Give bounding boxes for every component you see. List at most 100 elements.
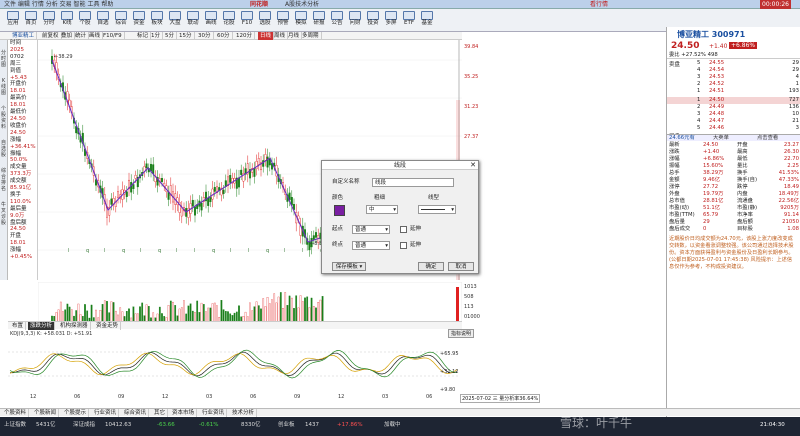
wave-marker: q [122, 248, 125, 254]
start-label: 起点 [332, 226, 344, 232]
indicator-tab-2[interactable]: 机构探测器 [58, 322, 91, 330]
toolbar-label: 板块 [151, 20, 163, 26]
candle-body [110, 198, 113, 205]
toolbar-button-16[interactable]: 模拟 [292, 11, 310, 30]
bottom-tab-0[interactable]: 个股资料 [2, 409, 30, 417]
indicator-tab-1[interactable]: 涨跌分析 [28, 322, 56, 330]
start-select[interactable]: 普通 ▾ [352, 225, 390, 234]
side-tab-5[interactable]: 牛叉诊股 [0, 202, 7, 226]
volume-chart[interactable] [38, 282, 462, 322]
menu-bar[interactable]: 文件 编辑 行情 分析 交易 智能 工具 帮助 [4, 0, 113, 9]
period-6[interactable]: 1分 [149, 32, 163, 40]
width-select[interactable]: 中 ▾ [366, 205, 398, 214]
toolbar-icon [79, 11, 91, 20]
color-swatch[interactable] [334, 205, 345, 216]
toolbar-button-20[interactable]: 投资 [364, 11, 382, 30]
end-label: 终点 [332, 242, 344, 248]
toolbar-button-9[interactable]: 大盘 [166, 11, 184, 30]
candle-body [315, 232, 318, 238]
period-10[interactable]: 60分 [215, 32, 233, 40]
toolbar-button-12[interactable]: 论股 [220, 11, 238, 30]
side-tab-2[interactable]: 个股资料 [0, 106, 7, 130]
end-select[interactable]: 普通 ▾ [352, 241, 390, 250]
toolbar-button-18[interactable]: 公告 [328, 11, 346, 30]
period-4[interactable]: F10/F9 [101, 32, 125, 40]
toolbar-button-8[interactable]: 板块 [148, 11, 166, 30]
hot-badge[interactable]: 看行情 [590, 0, 608, 9]
toolbar-button-11[interactable]: 画线 [202, 11, 220, 30]
ok-button[interactable]: 确定 [418, 262, 444, 271]
quote-tab-1[interactable]: 大卖单 [713, 135, 729, 142]
stock-pct: +6.86% [729, 42, 758, 49]
info-line: 9.0万 [10, 212, 25, 219]
bottom-tab-6[interactable]: 资本市场 [170, 409, 198, 417]
bottom-tab-3[interactable]: 行业资讯 [92, 409, 120, 417]
bottom-tab-5[interactable]: 其它 [152, 409, 169, 417]
stat-row: 金额 9.46亿 换手(自) 47.33% [669, 177, 799, 183]
side-tab-1[interactable]: K线图 [0, 78, 7, 96]
indicator-tab-3[interactable]: 资金走势 [94, 322, 122, 330]
toolbar-button-22[interactable]: ETF [400, 11, 418, 30]
volume-bar [238, 305, 240, 322]
quote-tab-2[interactable]: 点击查看 [757, 135, 778, 142]
bottom-tab-8[interactable]: 技术分析 [230, 409, 258, 417]
candle-body [207, 197, 210, 206]
toolbar-button-6[interactable]: 综合 [112, 11, 130, 30]
toolbar-button-1[interactable]: 首页 [22, 11, 40, 30]
toolbar-button-13[interactable]: F10 [238, 11, 256, 30]
width-label: 粗细 [374, 195, 386, 201]
name-input[interactable]: 线段 [372, 178, 454, 187]
toolbar-icon [421, 11, 433, 20]
period-11[interactable]: 120分 [234, 32, 255, 40]
end-extend-checkbox[interactable] [400, 242, 407, 249]
quote-tab-0[interactable]: 24.66元有 [669, 135, 695, 142]
toolbar-button-7[interactable]: 资金 [130, 11, 148, 30]
candle-body [240, 169, 243, 175]
period-8[interactable]: 15分 [177, 32, 195, 40]
toolbar-button-17[interactable]: 研报 [310, 11, 328, 30]
stat-row: 总手 38.29万 换手 41.53% [669, 170, 799, 176]
side-tab-0[interactable]: 分时图 [0, 50, 7, 68]
side-tab-3[interactable]: 自选股 [0, 140, 7, 158]
toolbar-button-23[interactable]: 基金 [418, 11, 436, 30]
app-title: 同花顺 [250, 1, 269, 8]
bottom-tab-7[interactable]: 行业资讯 [200, 409, 228, 417]
kdj-indicator[interactable]: +65.95 +31.12 +9.80 12 06 09 12 03 06 09 12 03 06 [0, 330, 462, 400]
toolbar-button-14[interactable]: 选股 [256, 11, 274, 30]
bottom-tab-2[interactable]: 个股提示 [62, 409, 90, 417]
indicator-tab-0[interactable]: 布置 [10, 322, 27, 330]
toolbar-button-2[interactable]: 分时 [40, 11, 58, 30]
toolbar-button-10[interactable]: 联动 [184, 11, 202, 30]
candle-body [152, 164, 155, 174]
linetype-select[interactable]: ▾ [418, 205, 456, 214]
toolbar-button-21[interactable]: 多屏 [382, 11, 400, 30]
period-9[interactable]: 30分 [196, 32, 214, 40]
stat-row: 振幅 15.60% 量比 2.25 [669, 163, 799, 169]
volume-bar [282, 308, 284, 322]
bottom-tab-4[interactable]: 综合资讯 [122, 409, 150, 417]
toolbar-button-5[interactable]: 自选 [94, 11, 112, 30]
indicator-help-button[interactable]: 指标说明 [448, 329, 475, 338]
toolbar-button-15[interactable]: 预警 [274, 11, 292, 30]
toolbar-button-3[interactable]: K线 [58, 11, 76, 30]
close-icon[interactable]: ✕ [470, 161, 476, 169]
start-extend-checkbox[interactable] [400, 226, 407, 233]
save-template-button[interactable]: 保存模板 ▾ [332, 262, 366, 271]
bottom-tab-1[interactable]: 个股新闻 [32, 409, 60, 417]
period-7[interactable]: 5分 [163, 32, 177, 40]
cancel-button[interactable]: 取消 [448, 262, 474, 271]
toolbar-button-19[interactable]: 问财 [346, 11, 364, 30]
period-15[interactable]: 多周期 [300, 32, 322, 40]
wave-marker: l [194, 248, 195, 254]
toolbar-label: 综合 [115, 20, 127, 26]
toolbar-icon [25, 11, 37, 20]
candle-body [266, 156, 269, 168]
volume-bar [213, 302, 216, 322]
ticker-item-9: +17.86% [337, 422, 363, 428]
info-line: +36.41% [10, 143, 36, 150]
toolbar-button-0[interactable]: 应用 [4, 11, 22, 30]
toolbar-button-4[interactable]: 个股 [76, 11, 94, 30]
toolbar-label: K线 [62, 20, 72, 26]
cursor-info-panel: 时间 2025 0702 周三 到值 +5.43 开盘价 18.01 最高价 18.01 最低价 24… [8, 40, 38, 280]
side-tab-4[interactable]: 综合排名 [0, 168, 7, 192]
